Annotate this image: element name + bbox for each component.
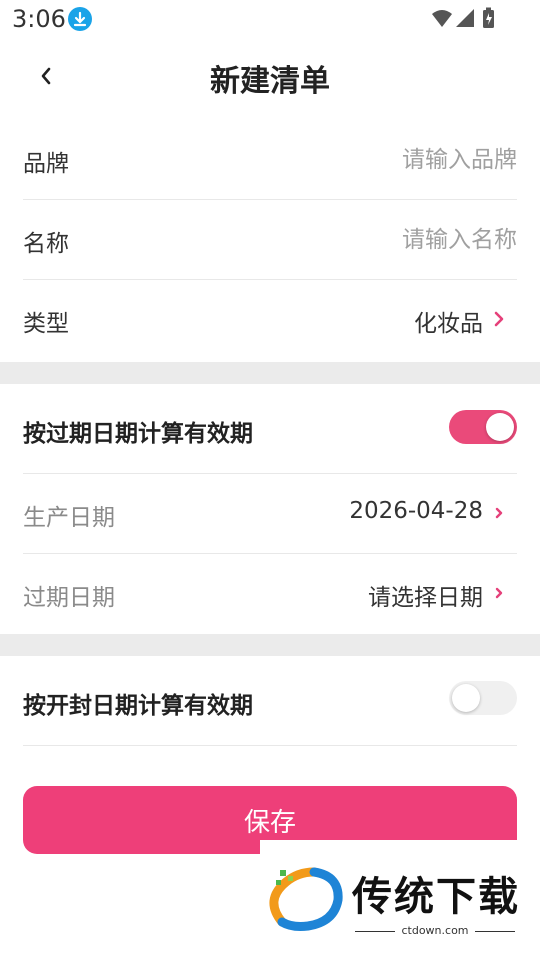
production-date-value: 2026-04-28 — [349, 498, 483, 524]
expiry-date-value: 请选择日期 — [368, 585, 483, 611]
toggle-knob — [486, 413, 514, 441]
type-label: 类型 — [23, 311, 69, 337]
watermark-text: 传统下载 — [352, 874, 520, 920]
name-label: 名称 — [23, 231, 69, 257]
status-time: 3:06 — [12, 5, 66, 33]
wifi-icon — [432, 10, 452, 27]
open-toggle-row: 按开封日期计算有效期 — [23, 656, 517, 746]
signal-icon — [456, 9, 474, 27]
header: 新建清单 — [0, 40, 540, 112]
chevron-right-icon — [495, 507, 503, 519]
download-icon — [68, 7, 92, 31]
production-date-label: 生产日期 — [23, 505, 115, 531]
name-input[interactable] — [277, 218, 517, 262]
section-divider — [0, 362, 540, 384]
watermark-rule — [475, 931, 515, 932]
expiry-toggle[interactable] — [449, 410, 517, 444]
name-row: 名称 — [23, 200, 517, 280]
chevron-right-icon — [495, 587, 503, 599]
page-title: 新建清单 — [210, 64, 330, 99]
expiry-date-row[interactable]: 过期日期 请选择日期 — [23, 554, 517, 634]
status-icons — [430, 7, 500, 29]
brand-input[interactable] — [277, 138, 517, 182]
toggle-knob — [452, 684, 480, 712]
brand-row: 品牌 — [23, 120, 517, 200]
watermark: 传统下载 ctdown.com — [260, 840, 540, 960]
type-row[interactable]: 类型 化妆品 — [23, 280, 517, 362]
brand-label: 品牌 — [23, 151, 69, 177]
type-value: 化妆品 — [414, 311, 483, 337]
open-toggle-label: 按开封日期计算有效期 — [23, 693, 253, 719]
expiry-date-label: 过期日期 — [23, 585, 115, 611]
battery-icon — [483, 7, 494, 28]
watermark-logo-icon — [269, 867, 343, 931]
expiry-toggle-row: 按过期日期计算有效期 — [23, 386, 517, 474]
status-bar: 3:06 — [0, 0, 540, 38]
section-divider — [0, 634, 540, 656]
open-toggle[interactable] — [449, 681, 517, 715]
expiry-toggle-label: 按过期日期计算有效期 — [23, 421, 253, 447]
production-date-row[interactable]: 生产日期 2026-04-28 — [23, 474, 517, 554]
chevron-right-icon — [494, 311, 504, 327]
